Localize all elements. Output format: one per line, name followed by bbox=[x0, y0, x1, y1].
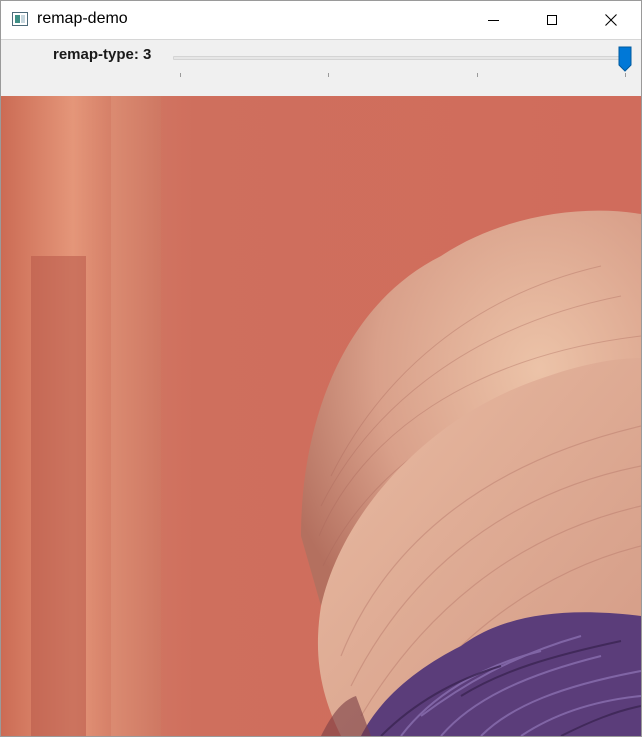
trackbar-tick bbox=[180, 73, 181, 77]
maximize-icon bbox=[547, 15, 557, 25]
image-view bbox=[1, 96, 641, 736]
app-window-icon bbox=[12, 12, 28, 26]
close-icon bbox=[605, 14, 617, 26]
title-bar[interactable]: remap-demo bbox=[1, 1, 641, 39]
trackbar-thumb[interactable] bbox=[618, 46, 632, 72]
trackbar-tick bbox=[328, 73, 330, 77]
trackbar-tick bbox=[476, 73, 478, 77]
trackbar-track[interactable] bbox=[173, 56, 631, 60]
remapped-image bbox=[1, 96, 641, 736]
trackbar-tick bbox=[625, 73, 626, 77]
close-button[interactable] bbox=[588, 1, 634, 39]
trackbar-label: remap-type: 3 bbox=[53, 46, 152, 63]
window-title: remap-demo bbox=[37, 10, 128, 27]
trackbar-panel: remap-type: 3 bbox=[1, 39, 641, 96]
minimize-icon bbox=[487, 19, 499, 21]
minimize-button[interactable] bbox=[470, 1, 516, 39]
maximize-button[interactable] bbox=[529, 1, 575, 39]
app-window: remap-demo remap-type: 3 bbox=[0, 0, 642, 737]
